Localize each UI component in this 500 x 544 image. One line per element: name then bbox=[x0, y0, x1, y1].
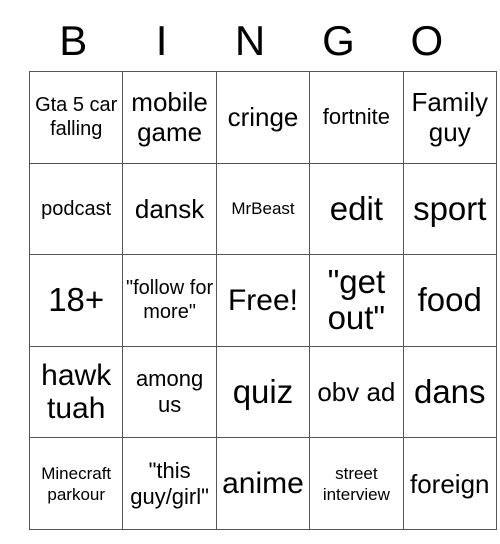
bingo-cell-label: anime bbox=[222, 467, 304, 501]
bingo-header-letter-o: O bbox=[410, 17, 444, 64]
bingo-row: 18+ "follow for more" Free! "get out" food bbox=[28, 254, 497, 347]
bingo-grid-body: Gta 5 car falling mobile game cringe fortni… bbox=[28, 71, 497, 530]
bingo-header-letter-g: G bbox=[322, 17, 355, 64]
bingo-cell[interactable]: podcast bbox=[28, 162, 124, 256]
bingo-cell[interactable]: Gta 5 car falling bbox=[28, 71, 124, 164]
bingo-cell[interactable]: MrBeast bbox=[215, 162, 311, 256]
bingo-cell[interactable]: quiz bbox=[215, 345, 311, 439]
bingo-cell-label: among us bbox=[135, 366, 204, 418]
bingo-row: hawk tuah among us quiz obv ad dans bbox=[28, 345, 497, 439]
bingo-header-row: BINGO bbox=[29, 0, 471, 71]
bingo-cell-label: dans bbox=[413, 373, 486, 411]
bingo-cell[interactable]: foreign bbox=[402, 437, 497, 530]
bingo-cell-label: obv ad bbox=[317, 377, 396, 408]
bingo-row: Minecraft parkour "this guy/girl" anime str… bbox=[28, 437, 497, 530]
bingo-cell-label: Family guy bbox=[411, 87, 489, 148]
bingo-cell-label: Gta 5 car falling bbox=[35, 94, 118, 141]
bingo-cell[interactable]: cringe bbox=[215, 71, 311, 164]
bingo-cell-label: 18+ bbox=[48, 281, 105, 319]
bingo-cell[interactable]: "get out" bbox=[309, 254, 404, 347]
bingo-cell-label: "follow for more" bbox=[126, 277, 214, 324]
bingo-cell-free-space[interactable]: Free! bbox=[215, 254, 311, 347]
bingo-cell-label: "get out" bbox=[327, 263, 386, 337]
bingo-cell[interactable]: anime bbox=[215, 437, 311, 530]
bingo-cell-label: quiz bbox=[232, 373, 294, 411]
bingo-cell[interactable]: "this guy/girl" bbox=[122, 437, 217, 530]
bingo-cell-label: MrBeast bbox=[231, 199, 295, 219]
bingo-cell-label: dansk bbox=[134, 193, 205, 224]
bingo-cell-label: podcast bbox=[41, 197, 112, 220]
bingo-cell-label: street interview bbox=[322, 463, 390, 504]
bingo-cell-label: fortnite bbox=[322, 104, 390, 130]
bingo-cell-label: Free! bbox=[227, 283, 298, 317]
bingo-cell[interactable]: "follow for more" bbox=[122, 254, 217, 347]
bingo-cell[interactable]: 18+ bbox=[28, 254, 124, 347]
bingo-grid: Gta 5 car falling mobile game cringe fortni… bbox=[28, 71, 497, 530]
bingo-header-letter-i: I bbox=[155, 17, 168, 64]
bingo-cell-label: edit bbox=[329, 189, 383, 227]
bingo-cell[interactable]: fortnite bbox=[309, 71, 404, 164]
bingo-header-letter-b: B bbox=[59, 17, 88, 64]
bingo-cell[interactable]: obv ad bbox=[309, 345, 404, 439]
bingo-card: B I N G O Gta 5 car falling mobile game cringe… bbox=[28, 0, 497, 530]
bingo-cell[interactable]: mobile game bbox=[122, 71, 217, 164]
bingo-cell[interactable]: Family guy bbox=[402, 71, 497, 164]
bingo-cell-label: foreign bbox=[410, 468, 490, 499]
bingo-cell-label: "this guy/girl" bbox=[130, 457, 209, 509]
bingo-cell[interactable]: food bbox=[402, 254, 497, 347]
bingo-cell[interactable]: dansk bbox=[122, 162, 217, 256]
bingo-cell[interactable]: dans bbox=[402, 345, 497, 439]
bingo-cell-label: hawk tuah bbox=[41, 359, 112, 426]
bingo-cell-label: cringe bbox=[227, 102, 299, 133]
bingo-cell[interactable]: edit bbox=[309, 162, 404, 256]
bingo-cell-label: food bbox=[417, 281, 482, 319]
bingo-row: Gta 5 car falling mobile game cringe fortni… bbox=[28, 71, 497, 164]
bingo-header-letter-n: N bbox=[234, 17, 266, 64]
bingo-cell[interactable]: hawk tuah bbox=[28, 345, 124, 439]
bingo-row: podcast dansk MrBeast edit sport bbox=[28, 162, 497, 256]
bingo-cell-label: mobile game bbox=[131, 87, 208, 148]
bingo-cell[interactable]: among us bbox=[122, 345, 217, 439]
bingo-cell[interactable]: Minecraft parkour bbox=[28, 437, 124, 530]
bingo-cell[interactable]: street interview bbox=[309, 437, 404, 530]
bingo-cell[interactable]: sport bbox=[402, 162, 497, 256]
bingo-cell-label: Minecraft parkour bbox=[41, 463, 112, 504]
bingo-cell-label: sport bbox=[413, 189, 487, 227]
